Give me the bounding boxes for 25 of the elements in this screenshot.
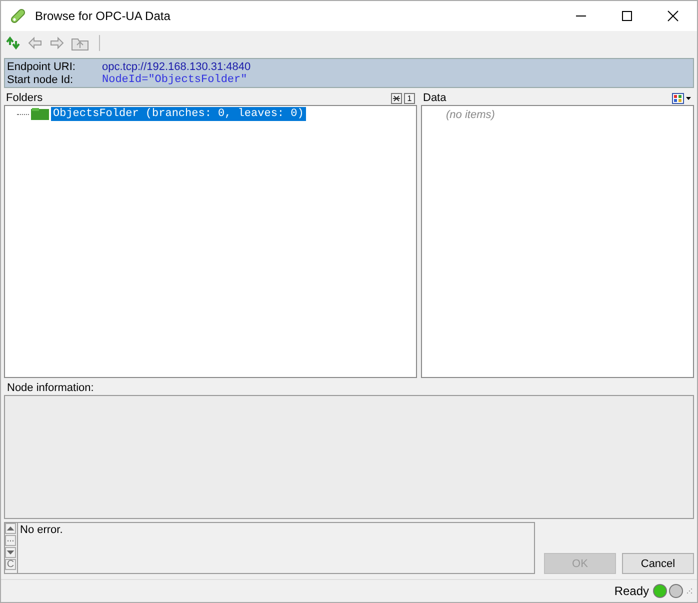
close-icon[interactable] bbox=[667, 10, 679, 22]
more-icon[interactable] bbox=[5, 535, 16, 546]
scroll-up-icon[interactable] bbox=[5, 523, 16, 534]
view-menu-icon[interactable] bbox=[672, 92, 692, 104]
endpoint-label: Endpoint URI: bbox=[7, 60, 76, 72]
resize-grip-icon[interactable] bbox=[685, 587, 693, 595]
cancel-button[interactable]: Cancel bbox=[622, 553, 694, 574]
refresh-icon[interactable] bbox=[5, 35, 21, 51]
tree-item[interactable]: ObjectsFolder (branches: 0, leaves: 0) bbox=[51, 107, 306, 121]
data-header: Data bbox=[423, 92, 446, 104]
folders-header: Folders bbox=[6, 92, 43, 104]
collapse-all-icon[interactable] bbox=[391, 92, 402, 104]
scroll-down-icon[interactable] bbox=[5, 547, 16, 558]
maximize-icon[interactable] bbox=[621, 10, 633, 22]
window-title: Browse for OPC-UA Data bbox=[35, 9, 170, 23]
endpoint-uri: opc.tcp://192.168.130.31:4840 bbox=[102, 60, 251, 72]
start-node-id: NodeId="ObjectsFolder" bbox=[102, 74, 248, 86]
folder-icon bbox=[31, 108, 49, 120]
one-level-button[interactable]: 1 bbox=[404, 92, 415, 104]
status-text: Ready bbox=[614, 584, 649, 598]
clear-log-button[interactable]: C bbox=[5, 559, 16, 570]
empty-message: (no items) bbox=[446, 109, 495, 121]
start-node-label: Start node Id: bbox=[7, 74, 74, 86]
log-message: No error. bbox=[20, 524, 63, 538]
node-info-label: Node information: bbox=[7, 382, 95, 394]
